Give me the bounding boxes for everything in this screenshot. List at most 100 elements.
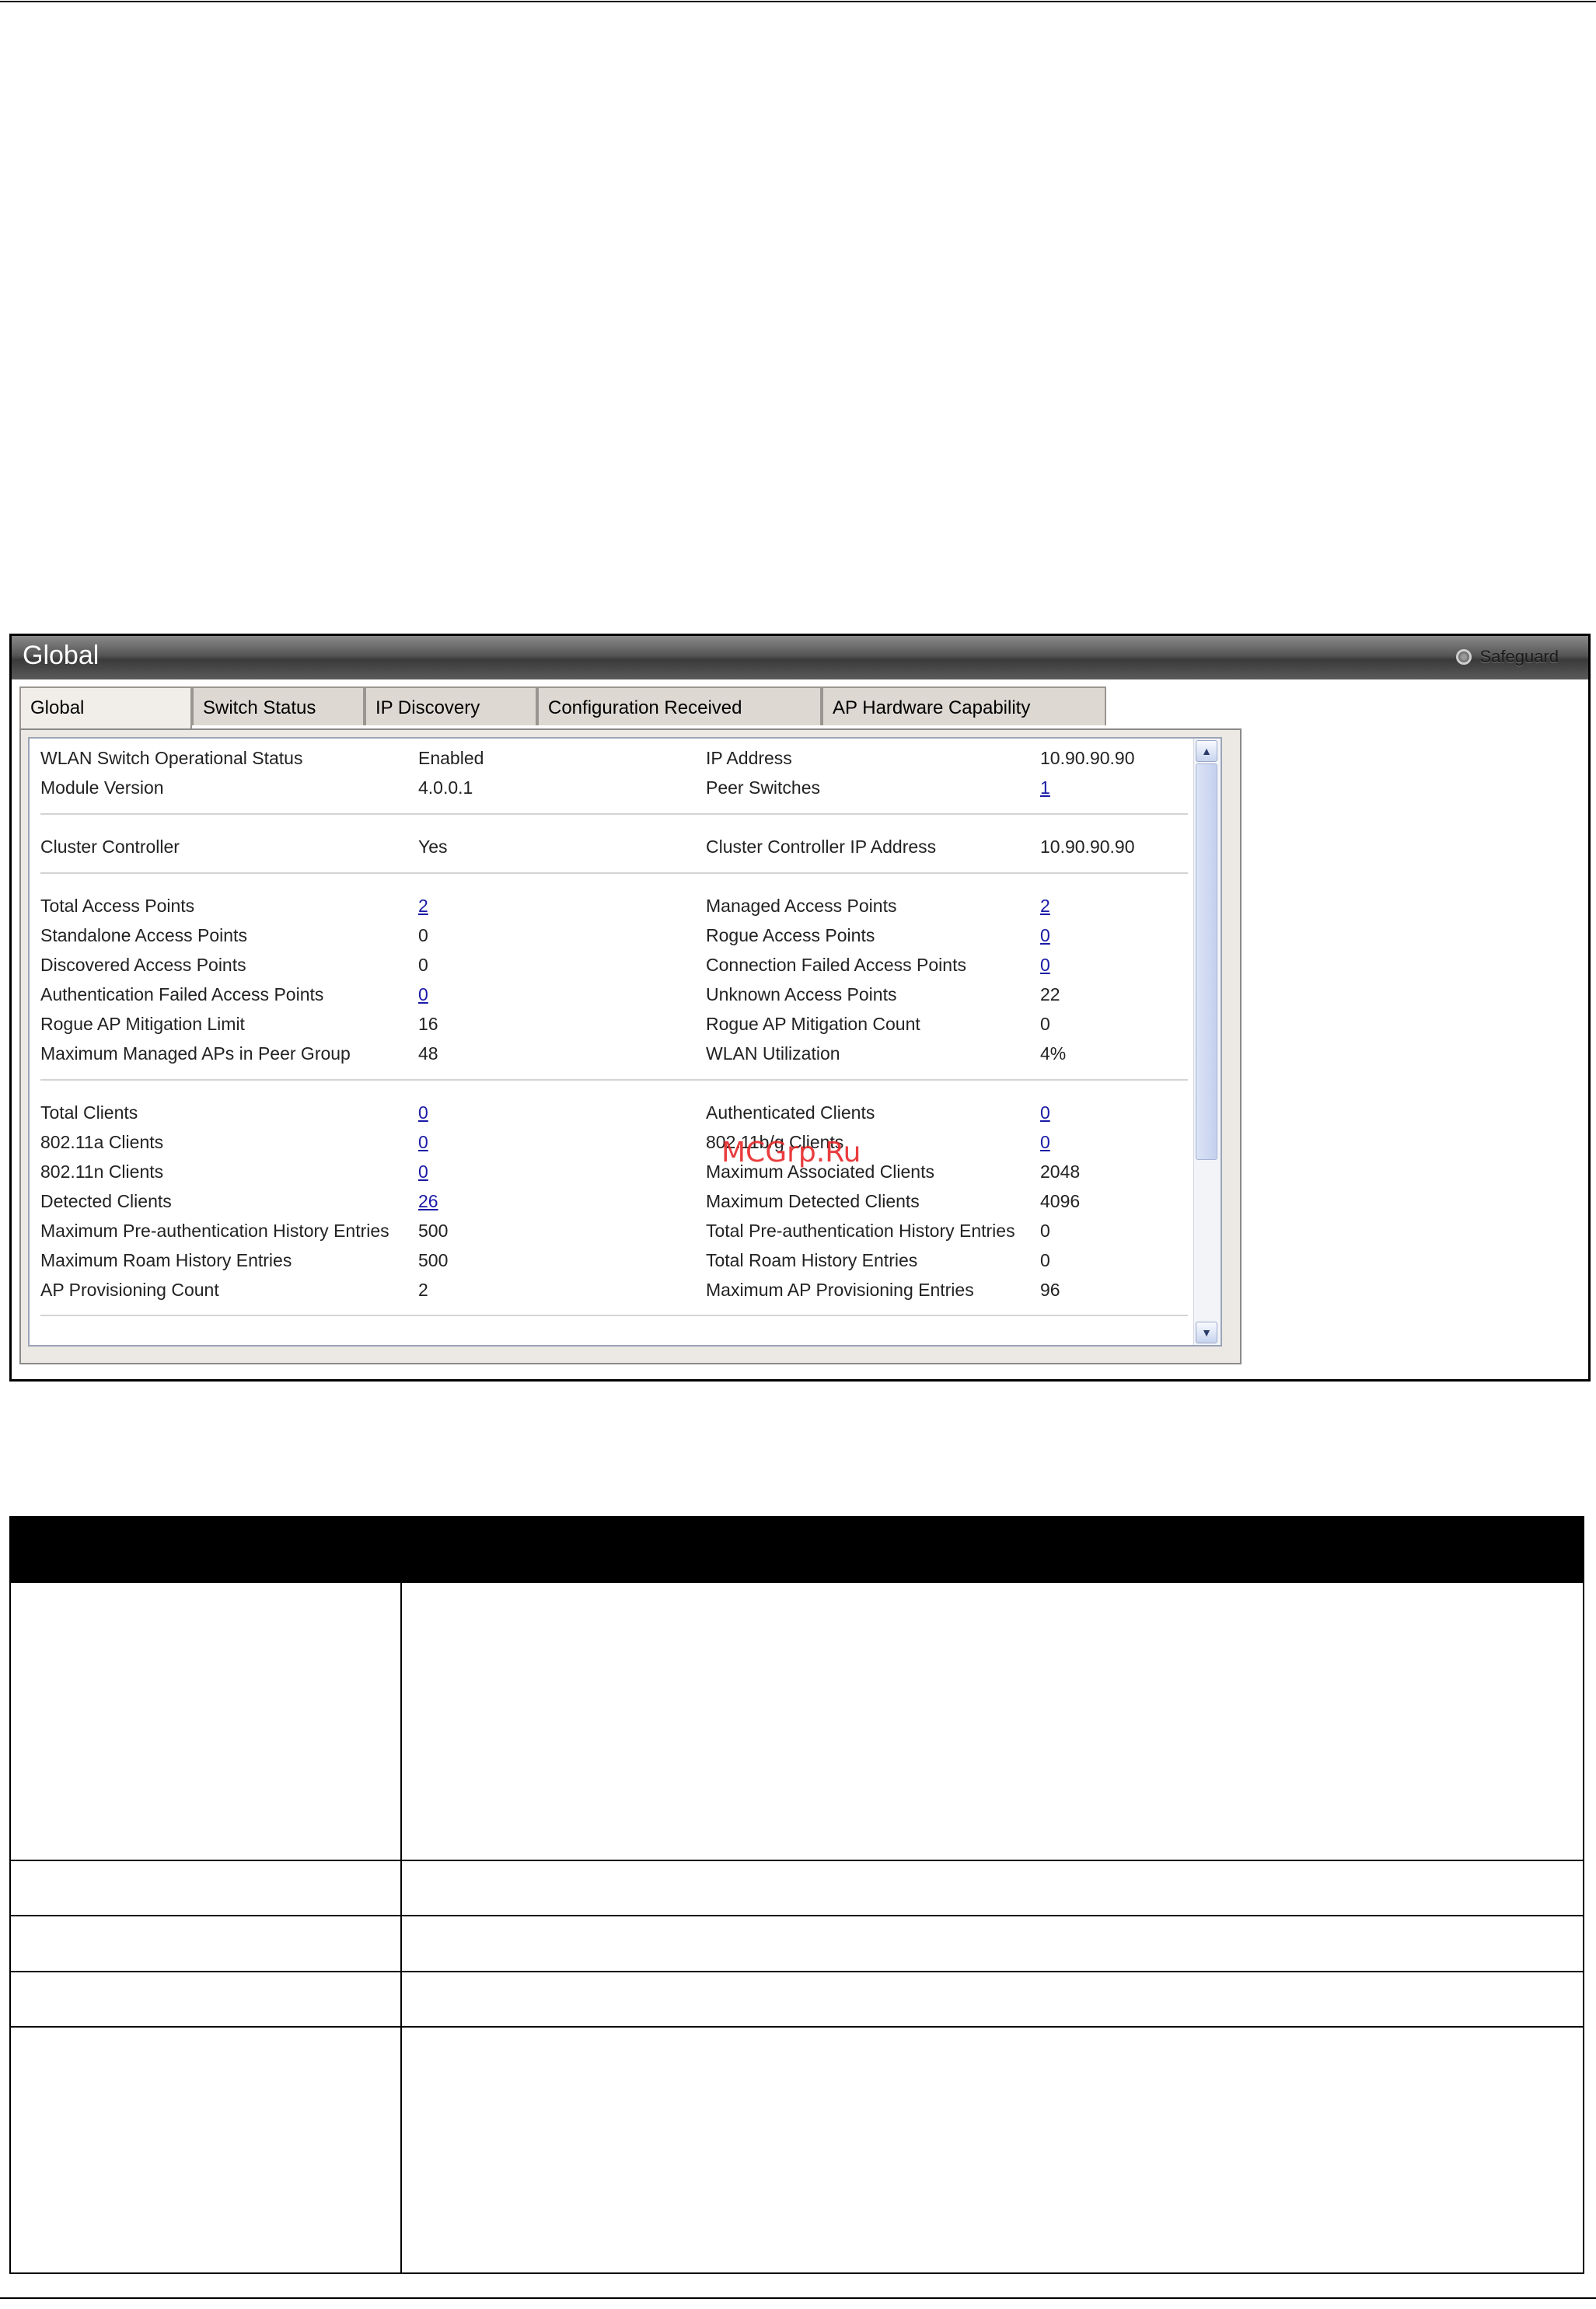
- status-label: Total Pre-authentication History Entries: [706, 1221, 1015, 1241]
- status-row: Rogue AP Mitigation Limit 16 Rogue AP Miti…: [30, 1009, 1188, 1039]
- bottom-rule: [0, 2297, 1596, 2299]
- status-label: Connection Failed Access Points: [706, 955, 966, 975]
- status-row: Maximum Managed APs in Peer Group 48 WLAN …: [30, 1039, 1188, 1068]
- watermark: MCGrp.Ru: [721, 1137, 861, 1168]
- status-value: 16: [418, 1014, 438, 1034]
- section-separator: [40, 1315, 1188, 1316]
- status-row: 802.11a Clients 0 802.11b/g Clients 0: [30, 1127, 1188, 1157]
- status-value-link[interactable]: 0: [418, 1161, 428, 1182]
- status-label: Authenticated Clients: [706, 1102, 875, 1123]
- status-value: 2: [418, 1280, 428, 1300]
- status-value: 48: [418, 1043, 438, 1064]
- status-value-link[interactable]: 0: [418, 1132, 428, 1153]
- status-value-link[interactable]: 0: [1040, 955, 1050, 976]
- status-label: Rogue Access Points: [706, 925, 875, 945]
- table-row-divider: [11, 1860, 1583, 1861]
- status-value: Enabled: [418, 748, 484, 768]
- status-row: Maximum Roam History Entries 500 Total Roa…: [30, 1245, 1188, 1275]
- status-row: Total Access Points 2 Managed Access Point…: [30, 891, 1188, 920]
- safeguard-label: Safeguard: [1479, 647, 1559, 666]
- status-value-link[interactable]: 2: [1040, 896, 1050, 917]
- status-label: Total Clients: [40, 1102, 138, 1123]
- status-label: IP Address: [706, 748, 792, 768]
- status-value: 500: [418, 1250, 449, 1270]
- status-value-link[interactable]: 26: [418, 1191, 438, 1212]
- status-value: 0: [418, 955, 428, 975]
- status-row: WLAN Switch Operational Status Enabled IP …: [30, 743, 1188, 773]
- section-separator: [40, 813, 1188, 815]
- scroll-up-arrow-icon[interactable]: ▲: [1196, 740, 1217, 762]
- status-value: 0: [1040, 1250, 1050, 1270]
- scroll-thumb[interactable]: [1196, 763, 1217, 1160]
- status-label: Detected Clients: [40, 1191, 172, 1211]
- status-label: 802.11a Clients: [40, 1132, 164, 1152]
- status-row: Detected Clients 26 Maximum Detected Clien…: [30, 1186, 1188, 1216]
- vertical-scrollbar[interactable]: ▲ ▼: [1193, 739, 1221, 1345]
- status-row: Authentication Failed Access Points 0 Unkn…: [30, 980, 1188, 1009]
- content-frame: WLAN Switch Operational Status Enabled IP …: [19, 728, 1242, 1364]
- status-label: AP Provisioning Count: [40, 1280, 219, 1300]
- status-label: Maximum Detected Clients: [706, 1191, 920, 1211]
- status-value: 0: [1040, 1221, 1050, 1241]
- status-label: Maximum Pre-authentication History Entri…: [40, 1221, 389, 1241]
- safeguard-button[interactable]: Safeguard: [1456, 647, 1559, 667]
- status-label: Total Access Points: [40, 896, 195, 916]
- top-rule: [0, 1, 1596, 2]
- status-value: 10.90.90.90: [1040, 837, 1135, 857]
- status-label: Peer Switches: [706, 777, 821, 798]
- status-label: Rogue AP Mitigation Count: [706, 1014, 920, 1034]
- scroll-down-arrow-icon[interactable]: ▼: [1196, 1322, 1217, 1343]
- status-row: Maximum Pre-authentication History Entri…: [30, 1216, 1188, 1245]
- status-label: Authentication Failed Access Points: [40, 984, 324, 1004]
- status-row: 802.11n Clients 0 Maximum Associated Clien…: [30, 1157, 1188, 1186]
- status-row: Cluster Controller Yes Cluster Controller …: [30, 832, 1188, 861]
- status-label: WLAN Switch Operational Status: [40, 748, 303, 768]
- status-label: Rogue AP Mitigation Limit: [40, 1014, 245, 1034]
- table-row-divider: [11, 1971, 1583, 1972]
- description-table: [9, 1516, 1584, 2274]
- status-value-link[interactable]: 1: [1040, 777, 1050, 798]
- status-value: 4096: [1040, 1191, 1081, 1211]
- status-label: WLAN Utilization: [706, 1043, 840, 1064]
- status-value: 22: [1040, 984, 1060, 1004]
- status-value: 0: [1040, 1014, 1050, 1034]
- status-value-link[interactable]: 0: [1040, 1102, 1050, 1123]
- section-separator: [40, 872, 1188, 874]
- tab-ip-discovery[interactable]: IP Discovery: [365, 686, 537, 725]
- status-label: Managed Access Points: [706, 896, 897, 916]
- status-value: 96: [1040, 1280, 1060, 1300]
- table-row-divider: [11, 2026, 1583, 2028]
- tab-ap-hardware-capability[interactable]: AP Hardware Capability: [822, 686, 1106, 725]
- table-row-divider: [11, 1915, 1583, 1916]
- status-value-link[interactable]: 0: [1040, 925, 1050, 946]
- tab-configuration-received[interactable]: Configuration Received: [537, 686, 822, 725]
- status-value: 2048: [1040, 1161, 1081, 1182]
- status-list[interactable]: WLAN Switch Operational Status Enabled IP …: [28, 737, 1222, 1347]
- status-value: 500: [418, 1221, 449, 1241]
- panel-header: Global Safeguard: [12, 636, 1588, 679]
- section-separator: [40, 1079, 1188, 1081]
- status-label: 802.11n Clients: [40, 1161, 164, 1182]
- status-row: Standalone Access Points 0 Rogue Access Po…: [30, 920, 1188, 950]
- status-label: Discovered Access Points: [40, 955, 246, 975]
- global-panel: Global Safeguard Global Switch Status IP…: [9, 634, 1591, 1382]
- status-label: Maximum Managed APs in Peer Group: [40, 1043, 351, 1064]
- status-value-link[interactable]: 2: [418, 896, 428, 917]
- tab-switch-status[interactable]: Switch Status: [192, 686, 365, 725]
- status-row: AP Provisioning Count 2 Maximum AP Provisi…: [30, 1275, 1188, 1305]
- status-label: Maximum AP Provisioning Entries: [706, 1280, 974, 1300]
- status-value-link[interactable]: 0: [418, 984, 428, 1005]
- status-row: Total Clients 0 Authenticated Clients 0: [30, 1098, 1188, 1127]
- status-value: Yes: [418, 837, 448, 857]
- status-value-link[interactable]: 0: [418, 1102, 428, 1123]
- panel-title: Global: [23, 641, 100, 670]
- status-value: 4.0.0.1: [418, 777, 473, 798]
- status-row: Module Version 4.0.0.1 Peer Switches 1: [30, 773, 1188, 802]
- status-label: Total Roam History Entries: [706, 1250, 918, 1270]
- safeguard-icon: [1456, 649, 1472, 665]
- tab-bar: Global Switch Status IP Discovery Config…: [19, 686, 1106, 730]
- tab-global[interactable]: Global: [19, 686, 192, 730]
- status-label: Cluster Controller: [40, 837, 180, 857]
- table-header: [11, 1518, 1583, 1583]
- status-value-link[interactable]: 0: [1040, 1132, 1050, 1153]
